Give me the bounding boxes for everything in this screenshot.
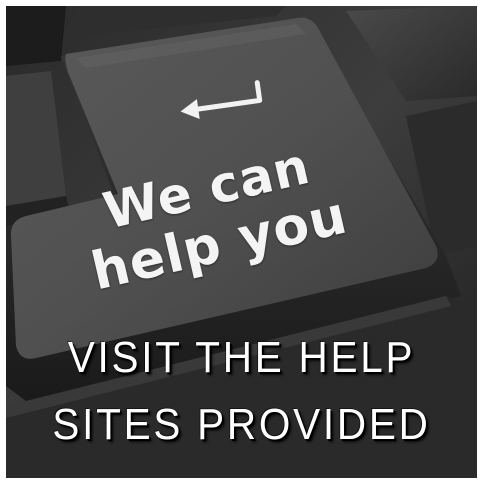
- caption-line-1: VISIT THE HELP: [67, 333, 416, 382]
- top-left-key: [6, 6, 66, 66]
- caption-line-2: SITES PROVIDED: [52, 400, 431, 449]
- help-image: We can help you VISIT THE HELP SITES PRO…: [0, 0, 483, 484]
